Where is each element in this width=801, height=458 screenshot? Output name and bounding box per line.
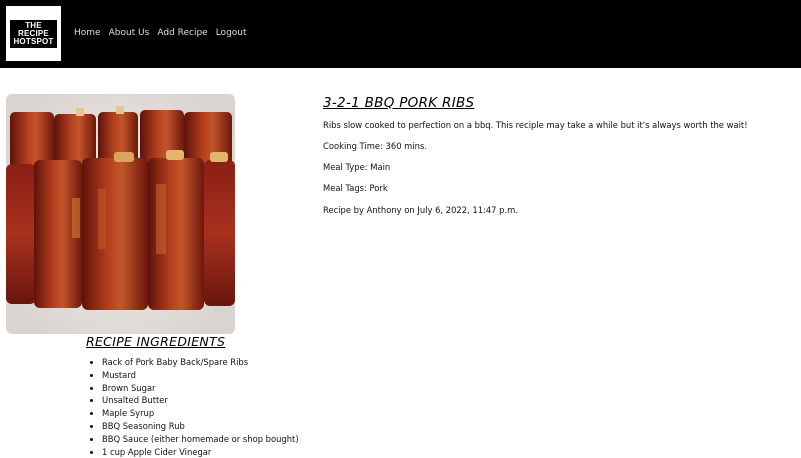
ingredients-heading: RECIPE INGREDIENTS <box>86 334 226 349</box>
meal-type: Meal Type: Main <box>323 162 391 172</box>
ingredient-item: BBQ Sauce (either homemade or shop bough… <box>102 433 299 446</box>
recipe-title: 3-2-1 BBQ PORK RIBS <box>323 95 475 111</box>
nav-links: Home About Us Add Recipe Logout <box>74 28 247 38</box>
ingredient-item: Maple Syrup <box>102 407 299 420</box>
nav-link-add-recipe[interactable]: Add Recipe <box>157 28 207 38</box>
ingredient-item: Unsalted Butter <box>102 394 299 407</box>
cooking-time: Cooking Time: 360 mins. <box>323 141 428 151</box>
ingredients-list: Rack of Pork Baby Back/Spare Ribs Mustar… <box>92 356 299 458</box>
logo-mark: THE RECIPE HOTSPOT <box>10 19 57 48</box>
ingredient-item: BBQ Seasoning Rub <box>102 420 299 433</box>
ingredient-item: Mustard <box>102 369 299 382</box>
meal-tags: Meal Tags: Pork <box>323 183 388 193</box>
ribs-photo <box>6 94 235 334</box>
nav-link-about-us[interactable]: About Us <box>109 28 150 38</box>
ingredient-item: 1 cup Apple Cider Vinegar <box>102 446 299 458</box>
logo-line-3: HOTSPOT <box>13 36 54 46</box>
ingredient-item: Brown Sugar <box>102 382 299 395</box>
nav-link-logout[interactable]: Logout <box>216 28 247 38</box>
recipe-author-line: Recipe by Anthony on July 6, 2022, 11:47… <box>323 205 518 215</box>
nav-link-home[interactable]: Home <box>74 28 101 38</box>
site-logo[interactable]: THE RECIPE HOTSPOT <box>6 6 61 61</box>
recipe-description: Ribs slow cooked to perfection on a bbq.… <box>323 120 748 130</box>
ingredient-item: Rack of Pork Baby Back/Spare Ribs <box>102 356 299 369</box>
recipe-image <box>6 94 235 334</box>
navbar: THE RECIPE HOTSPOT Home About Us Add Rec… <box>0 0 801 68</box>
